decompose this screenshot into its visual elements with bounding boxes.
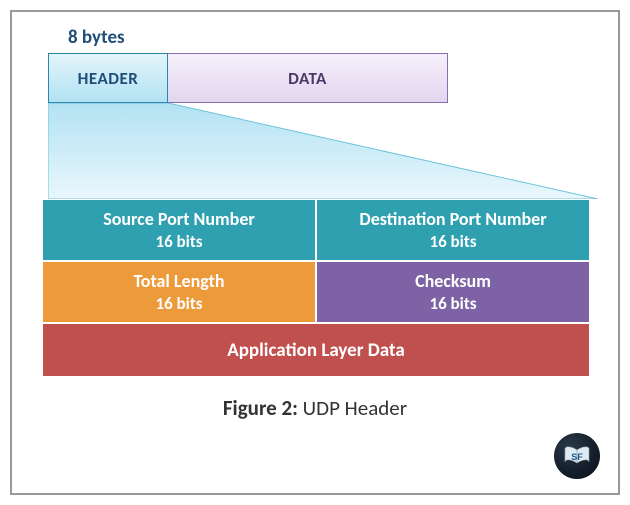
caption-prefix: Figure 2: bbox=[223, 395, 298, 421]
field-destination-port: Destination Port Number 16 bits bbox=[316, 199, 590, 261]
field-row-2: Total Length 16 bits Checksum 16 bits bbox=[42, 261, 590, 323]
field-application-data: Application Layer Data bbox=[42, 323, 590, 377]
field-label: Source Port Number bbox=[103, 208, 255, 231]
field-bits: 16 bits bbox=[429, 231, 476, 252]
book-icon: SF bbox=[559, 438, 595, 474]
field-source-port: Source Port Number 16 bits bbox=[42, 199, 316, 261]
packet-row: HEADER DATA bbox=[48, 53, 448, 103]
field-total-length: Total Length 16 bits bbox=[42, 261, 316, 323]
field-bits: 16 bits bbox=[155, 231, 202, 252]
logo-text: SF bbox=[571, 452, 583, 462]
field-checksum: Checksum 16 bits bbox=[316, 261, 590, 323]
diagram-frame: 8 bytes HEADER DATA Source Port Number 1… bbox=[10, 10, 620, 495]
sf-logo-icon: SF bbox=[554, 433, 600, 479]
header-fields-table: Source Port Number 16 bits Destination P… bbox=[42, 199, 590, 377]
field-row-1: Source Port Number 16 bits Destination P… bbox=[42, 199, 590, 261]
field-label: Checksum bbox=[415, 270, 491, 293]
packet-data-box: DATA bbox=[168, 53, 448, 103]
field-label: Destination Port Number bbox=[359, 208, 546, 231]
expansion-shape bbox=[48, 103, 598, 199]
figure-caption: Figure 2: UDP Header bbox=[40, 395, 590, 421]
packet-header-box: HEADER bbox=[48, 53, 168, 103]
field-bits: 16 bits bbox=[155, 293, 202, 314]
bytes-label: 8 bytes bbox=[68, 26, 590, 49]
field-bits: 16 bits bbox=[429, 293, 476, 314]
caption-text: UDP Header bbox=[298, 395, 407, 421]
field-label: Total Length bbox=[133, 270, 224, 293]
